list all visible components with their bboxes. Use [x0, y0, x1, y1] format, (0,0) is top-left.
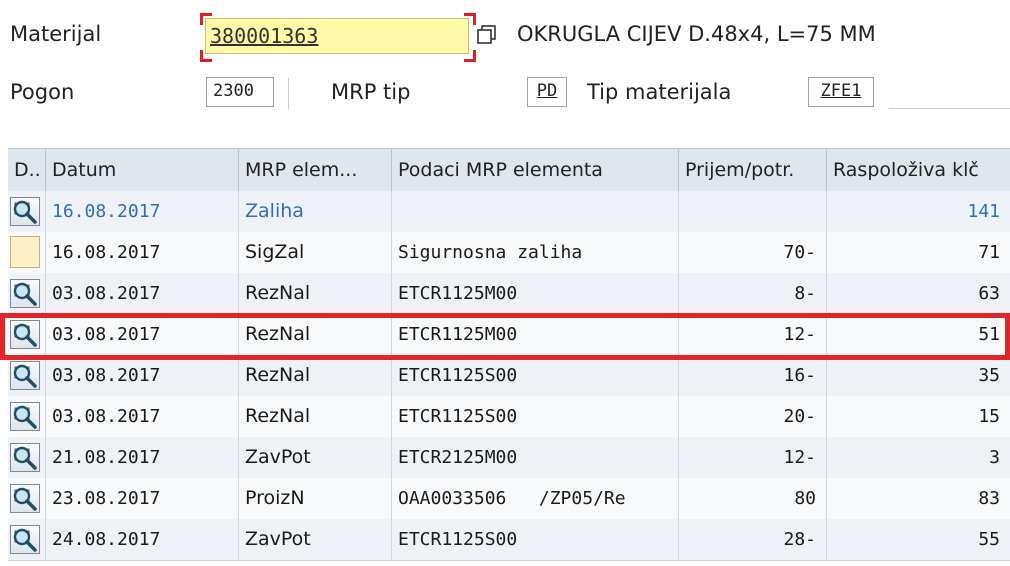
table-header: D.. Datum MRP elem... Podaci MRP element… — [8, 148, 1010, 192]
row-date: 03.08.2017 — [46, 396, 239, 437]
row-receipt-req: 70- — [679, 232, 827, 273]
row-mrp-data: ETCR1125M00 — [392, 314, 679, 355]
plant-label: Pogon — [10, 80, 75, 104]
row-receipt-req — [679, 191, 827, 232]
row-receipt-req: 12- — [679, 314, 827, 355]
row-mrp-element: RezNal — [239, 273, 392, 314]
table-row[interactable]: 03.08.2017 RezNal ETCR1125S00 20- 15 — [8, 396, 1010, 438]
row-mrp-element: ProizN — [239, 478, 392, 519]
row-available: 83 — [978, 488, 1000, 509]
focus-corner — [200, 13, 212, 25]
row-available: 63 — [978, 283, 1000, 304]
divider — [288, 78, 289, 110]
mrp-type-field: PD — [527, 77, 567, 107]
row-icon-cell[interactable] — [8, 191, 46, 232]
column-header-date[interactable]: Datum — [46, 149, 239, 191]
row-mrp-element: RezNal — [239, 355, 392, 396]
row-icon-cell[interactable] — [8, 232, 46, 273]
column-header-available[interactable]: Raspoloživa klč — [827, 149, 1010, 191]
plant-field: 2300 — [206, 77, 274, 107]
table-row[interactable]: 16.08.2017 SigZal Sigurnosna zaliha 70- 71 — [8, 232, 1010, 274]
focus-corner — [200, 50, 212, 62]
row-mrp-element: RezNal — [239, 314, 392, 355]
table-row[interactable]: 03.08.2017 RezNal ETCR1125M00 8- 63 — [8, 273, 1010, 315]
column-header-d[interactable]: D.. — [8, 149, 46, 191]
row-mrp-element: ZavPot — [239, 437, 392, 478]
details-magnifier-icon[interactable] — [10, 361, 40, 390]
row-date: 24.08.2017 — [46, 519, 239, 560]
row-icon-cell[interactable] — [8, 519, 46, 560]
table-row[interactable]: 16.08.2017 Zaliha 141 — [8, 191, 1010, 233]
row-icon-cell[interactable] — [8, 478, 46, 519]
empty-indicator-icon — [10, 236, 40, 268]
copy-icon[interactable] — [476, 24, 498, 46]
details-magnifier-icon[interactable] — [10, 279, 40, 308]
details-magnifier-icon[interactable] — [10, 320, 40, 349]
row-date: 16.08.2017 — [46, 191, 239, 232]
row-icon-cell[interactable] — [8, 273, 46, 314]
row-date: 21.08.2017 — [46, 437, 239, 478]
row-mrp-data: ETCR1125M00 — [392, 273, 679, 314]
row-date: 03.08.2017 — [46, 355, 239, 396]
row-icon-cell[interactable] — [8, 437, 46, 478]
row-available: 141 — [967, 201, 1000, 222]
row-receipt-req: 28- — [679, 519, 827, 560]
row-mrp-data: ETCR1125S00 — [392, 355, 679, 396]
material-input[interactable]: 380001363 — [205, 18, 469, 54]
material-type-field: ZFE1 — [808, 77, 874, 107]
row-mrp-element: RezNal — [239, 396, 392, 437]
row-date: 03.08.2017 — [46, 273, 239, 314]
row-available: 3 — [989, 447, 1000, 468]
row-date: 16.08.2017 — [46, 232, 239, 273]
row-icon-cell[interactable] — [8, 396, 46, 437]
column-header-mrp-data[interactable]: Podaci MRP elementa — [392, 149, 679, 191]
row-mrp-element: Zaliha — [239, 191, 392, 232]
row-receipt-req: 20- — [679, 396, 827, 437]
row-available: 71 — [978, 242, 1000, 263]
column-header-mrp-element[interactable]: MRP elem... — [239, 149, 392, 191]
table-row[interactable]: 24.08.2017 ZavPot ETCR1125S00 28- 55 — [8, 519, 1010, 561]
details-magnifier-icon[interactable] — [10, 197, 40, 226]
row-icon-cell[interactable] — [8, 314, 46, 355]
details-magnifier-icon[interactable] — [10, 443, 40, 472]
row-mrp-data: ETCR1125S00 — [392, 519, 679, 560]
column-header-receipt-req[interactable]: Prijem/potr. — [679, 149, 827, 191]
material-label: Materijal — [10, 22, 102, 46]
row-receipt-req: 16- — [679, 355, 827, 396]
row-mrp-element: ZavPot — [239, 519, 392, 560]
mrp-type-label: MRP tip — [331, 80, 411, 104]
row-receipt-req: 80 — [679, 478, 827, 519]
focus-corner — [464, 50, 476, 62]
row-icon-cell[interactable] — [8, 355, 46, 396]
table-row[interactable]: 23.08.2017 ProizN OAA0033506 /ZP05/Re 80 83 — [8, 478, 1010, 520]
row-mrp-data: Sigurnosna zaliha — [392, 232, 679, 273]
material-type-label: Tip materijala — [587, 80, 732, 104]
row-receipt-req: 12- — [679, 437, 827, 478]
row-mrp-data: ETCR1125S00 — [392, 396, 679, 437]
row-mrp-data — [392, 191, 679, 232]
row-date: 23.08.2017 — [46, 478, 239, 519]
divider — [889, 78, 1010, 109]
row-mrp-data: OAA0033506 /ZP05/Re — [392, 478, 679, 519]
row-mrp-data: ETCR2125M00 — [392, 437, 679, 478]
row-receipt-req: 8- — [679, 273, 827, 314]
details-magnifier-icon[interactable] — [10, 525, 40, 554]
table-row[interactable]: 03.08.2017 RezNal ETCR1125S00 16- 35 — [8, 355, 1010, 397]
details-magnifier-icon[interactable] — [10, 484, 40, 513]
focus-corner — [464, 13, 476, 25]
table-row[interactable]: 21.08.2017 ZavPot ETCR2125M00 12- 3 — [8, 437, 1010, 479]
row-available: 55 — [978, 529, 1000, 550]
row-available: 35 — [978, 365, 1000, 386]
details-magnifier-icon[interactable] — [10, 402, 40, 431]
table-row[interactable]: 03.08.2017 RezNal ETCR1125M00 12- 51 — [8, 314, 1010, 356]
material-description: OKRUGLA CIJEV D.48x4, L=75 MM — [517, 22, 876, 46]
row-mrp-element: SigZal — [239, 232, 392, 273]
row-available: 15 — [978, 406, 1000, 427]
row-available: 51 — [978, 324, 1000, 345]
row-date: 03.08.2017 — [46, 314, 239, 355]
